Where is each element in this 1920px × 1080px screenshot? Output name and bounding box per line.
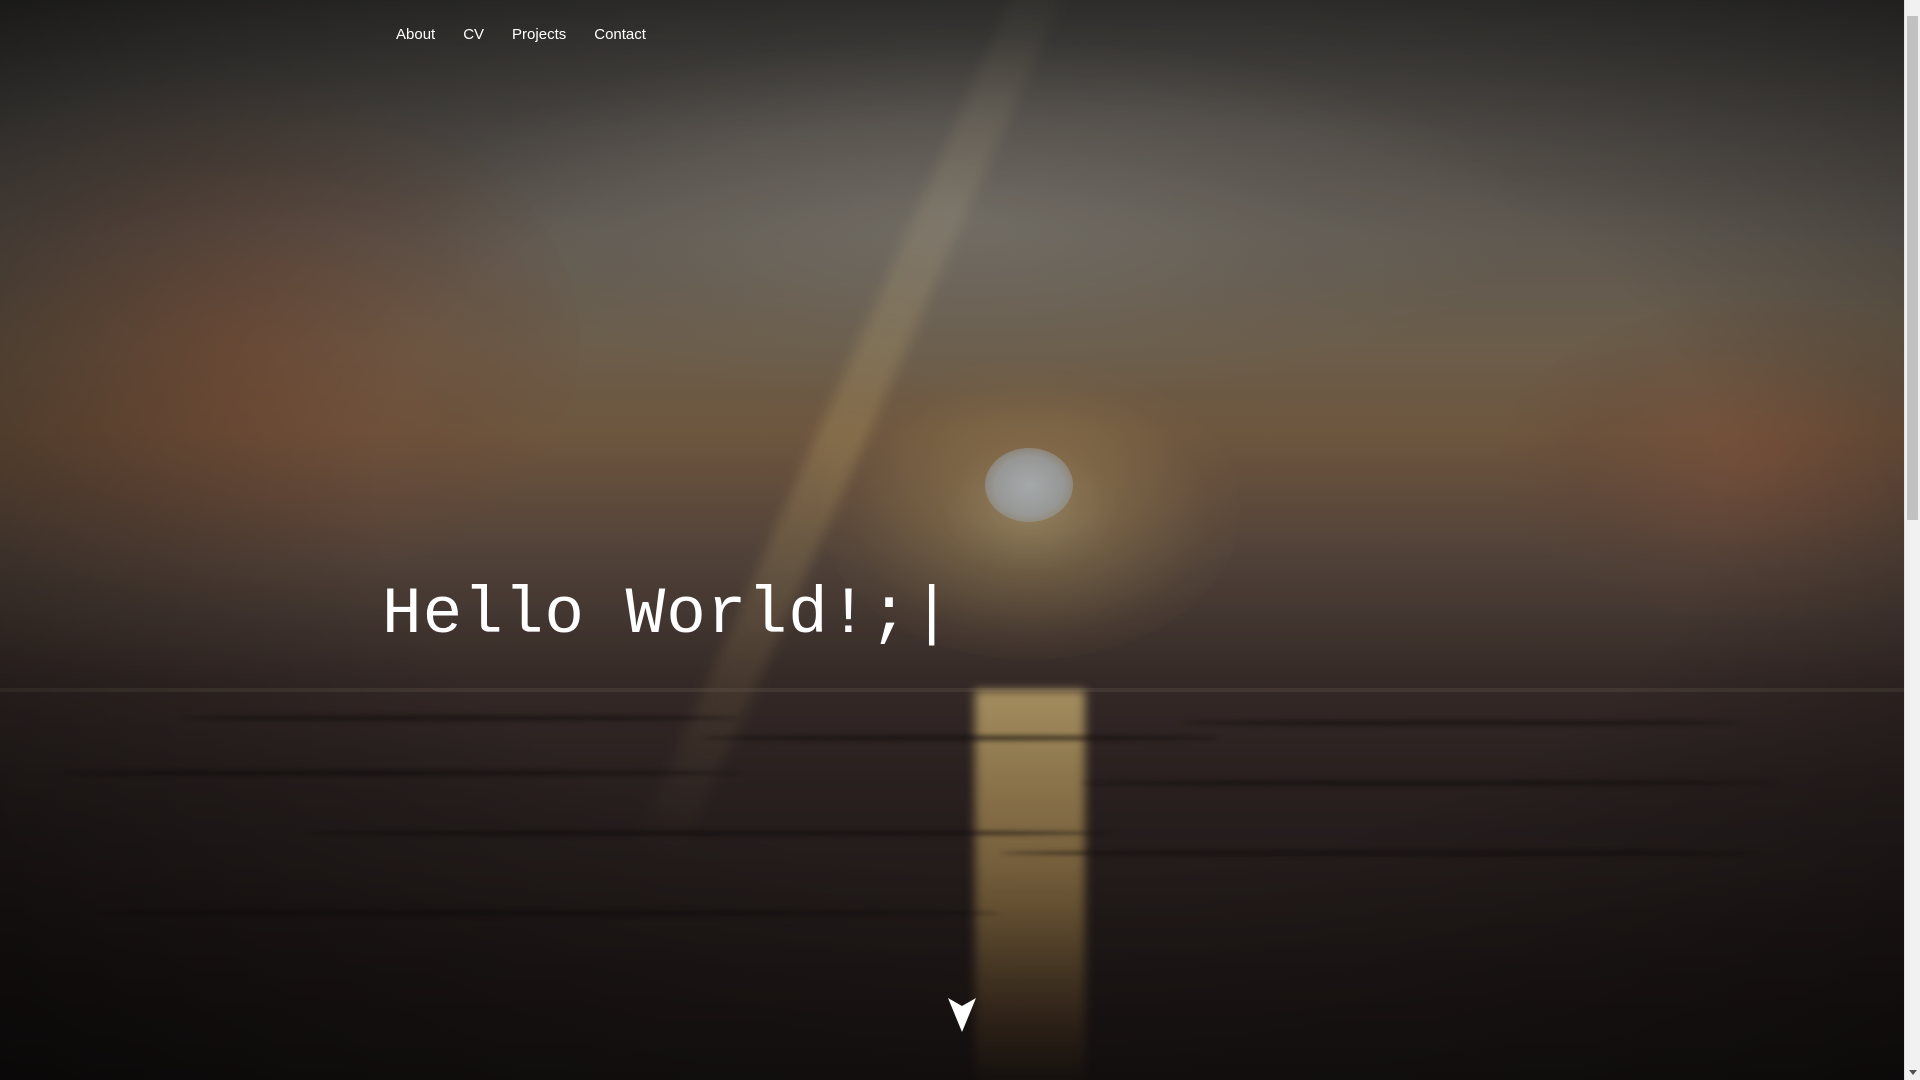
hero-title-text: Hello World!;	[382, 577, 910, 652]
page: About CV Projects Contact Hello World!;|	[0, 0, 1920, 1080]
nav-link-about[interactable]: About	[382, 24, 449, 46]
scroll-down-button[interactable]	[1905, 1064, 1920, 1080]
hero-title: Hello World!;|	[382, 575, 953, 655]
chevron-down-arrow-icon	[948, 998, 976, 1032]
hero-background-image	[0, 0, 1904, 1080]
main-nav: About CV Projects Contact	[382, 24, 660, 46]
scroll-down-arrow-icon[interactable]	[948, 998, 976, 1032]
scroll-down-triangle-icon	[1909, 1069, 1917, 1075]
scroll-up-button[interactable]	[1905, 0, 1920, 16]
nav-link-contact[interactable]: Contact	[580, 24, 660, 46]
typing-cursor: |	[911, 577, 953, 652]
vertical-scrollbar[interactable]	[1904, 0, 1920, 1080]
vignette-overlay	[0, 0, 1904, 1080]
nav-link-cv[interactable]: CV	[449, 24, 498, 46]
nav-link-projects[interactable]: Projects	[498, 24, 580, 46]
scrollbar-thumb[interactable]	[1907, 16, 1918, 520]
